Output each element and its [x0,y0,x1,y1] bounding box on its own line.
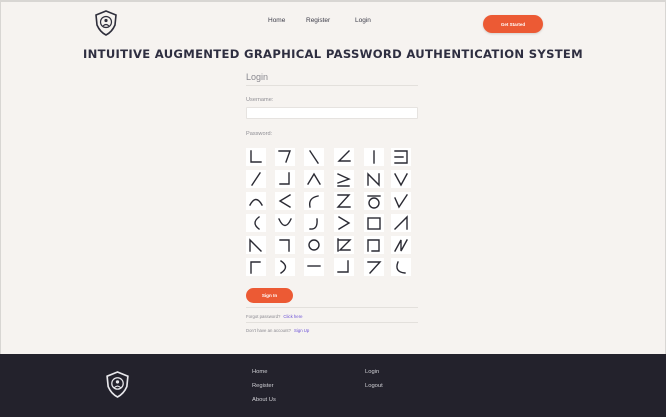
password-symbol-less-than[interactable] [275,192,295,210]
password-symbol-slanted-corner[interactable] [275,148,295,166]
password-symbol-diagonal-corner[interactable] [246,236,266,254]
password-symbol-z-box[interactable] [334,236,354,254]
password-symbol-c-arc[interactable] [304,192,324,210]
password-symbol-letter-n[interactable] [364,170,384,188]
signup-row: Don't have an account? Sign Up [246,328,309,333]
password-symbol-slash[interactable] [246,170,266,188]
password-symbol-square[interactable] [364,214,384,232]
password-symbol-slant-corner[interactable] [391,214,411,232]
signup-link[interactable]: Sign Up [294,328,309,333]
password-symbol-dot-cup[interactable] [304,214,324,232]
password-symbol-left-paren[interactable] [246,214,266,232]
username-label: Username: [246,97,274,103]
nav-register-link[interactable]: Register [306,17,330,24]
footer-login-link[interactable]: Login [365,369,379,375]
password-symbol-letter-z[interactable] [334,192,354,210]
footer-shield-logo-icon[interactable] [105,371,130,398]
password-symbol-letter-n-reverse[interactable] [391,236,411,254]
password-symbol-corner-top-right[interactable] [275,236,295,254]
password-symbol-greater-than[interactable] [334,214,354,232]
footer-home-link[interactable]: Home [252,369,267,375]
password-symbol-letter-v[interactable] [391,170,411,188]
forgot-password-row: Forgot password? Click here [246,314,303,319]
password-symbol-greater-equal[interactable] [334,170,354,188]
footer: Home Register About Us Login Logout [0,354,666,417]
heading-divider [246,85,418,86]
password-symbol-vertical-bar[interactable] [364,148,384,166]
forgot-divider [246,322,418,323]
forgot-password-text: Forgot password? [246,314,281,319]
username-input[interactable] [246,107,418,119]
footer-register-link[interactable]: Register [252,383,274,389]
signup-prompt-text: Don't have an account? [246,328,292,333]
login-heading: Login [246,72,269,82]
password-symbol-box-corner[interactable] [364,236,384,254]
top-navbar: Home Register Login Get Started [0,0,666,46]
footer-about-link[interactable]: About Us [252,397,276,403]
password-symbol-right-paren[interactable] [275,258,295,276]
password-symbol-corner-bottom-right[interactable] [275,170,295,188]
nav-links: Home Register Login [0,17,666,29]
password-symbol-cup[interactable] [275,214,295,232]
nav-home-link[interactable]: Home [268,17,285,24]
password-symbol-arch[interactable] [246,192,266,210]
password-symbol-corner-bottom-left[interactable] [246,148,266,166]
password-symbol-seven[interactable] [364,258,384,276]
password-label: Password: [246,131,273,137]
password-symbol-circle[interactable] [304,236,324,254]
password-symbol-dash[interactable] [304,258,324,276]
password-symbol-corner-top-left[interactable] [246,258,266,276]
page-title: INTUITIVE AUGMENTED GRAPHICAL PASSWORD A… [83,47,583,61]
password-symbol-corner-bottom-right-small[interactable] [334,258,354,276]
password-symbol-circle-dash[interactable] [364,192,384,210]
password-symbol-square-bracket[interactable] [391,148,411,166]
password-symbol-backslash[interactable] [304,148,324,166]
footer-logout-link[interactable]: Logout [365,383,383,389]
nav-login-link[interactable]: Login [355,17,371,24]
sign-in-button[interactable]: Sign In [246,288,293,303]
forgot-password-link[interactable]: Click here [283,314,302,319]
password-symbol-z-angle[interactable] [334,148,354,166]
password-symbol-hook[interactable] [391,258,411,276]
signin-divider [246,307,418,308]
get-started-button[interactable]: Get Started [483,15,543,33]
password-symbol-caret-up[interactable] [304,170,324,188]
password-symbol-check-v[interactable] [391,192,411,210]
